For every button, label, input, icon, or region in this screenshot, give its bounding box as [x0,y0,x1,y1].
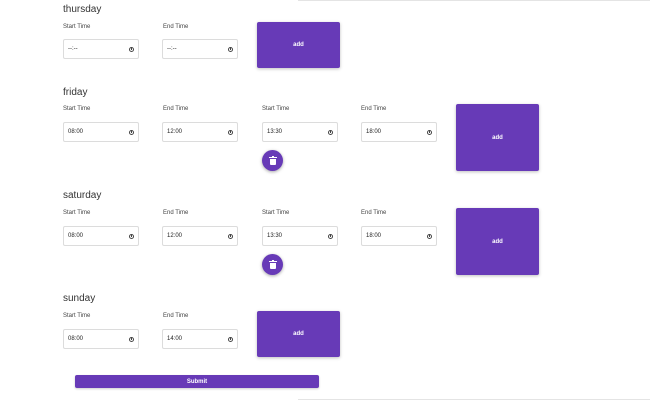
friday-end-time-input[interactable]: 12:00 [162,122,238,142]
thursday-end-time-input[interactable]: --:-- [162,39,238,59]
sunday-add-button[interactable]: add [257,311,340,357]
time-value: 18:00 [366,233,382,239]
friday-end-time-input-2[interactable]: 18:00 [361,122,437,142]
clock-icon[interactable] [129,130,134,135]
end-time-label: End Time [163,313,189,319]
time-value: 13:30 [267,129,283,135]
saturday-end-time-input[interactable]: 12:00 [162,226,238,246]
time-value: 13:30 [267,233,283,239]
time-value: 18:00 [366,129,382,135]
start-time-label: Start Time [262,210,290,216]
start-time-label: Start Time [63,106,91,112]
clock-icon[interactable] [228,337,233,342]
clock-icon[interactable] [427,234,432,239]
start-time-label: Start Time [262,106,290,112]
time-value: 08:00 [68,233,84,239]
thursday-add-button[interactable]: add [257,22,340,68]
time-value: --:-- [167,46,177,52]
start-time-label: Start Time [63,210,91,216]
day-title-sunday: sunday [63,293,96,304]
sunday-start-time-input[interactable]: 08:00 [63,329,139,349]
friday-delete-button[interactable] [262,150,283,171]
end-time-label: End Time [361,106,387,112]
day-title-thursday: thursday [63,4,102,15]
saturday-add-button[interactable]: add [456,208,539,275]
clock-icon[interactable] [129,47,134,52]
friday-add-button[interactable]: add [456,104,539,171]
end-time-label: End Time [163,210,189,216]
saturday-delete-button[interactable] [262,254,283,275]
clock-icon[interactable] [129,337,134,342]
time-value: 08:00 [68,129,84,135]
trash-icon [268,259,277,269]
clock-icon[interactable] [328,234,333,239]
day-title-saturday: saturday [63,190,102,201]
time-value: --:-- [68,46,78,52]
sunday-end-time-input[interactable]: 14:00 [162,329,238,349]
day-title-friday: friday [63,87,88,98]
friday-start-time-input[interactable]: 08:00 [63,122,139,142]
end-time-label: End Time [163,106,189,112]
top-divider [298,0,650,1]
clock-icon[interactable] [228,130,233,135]
clock-icon[interactable] [228,234,233,239]
thursday-start-time-input[interactable]: --:-- [63,39,139,59]
time-value: 12:00 [167,129,183,135]
end-time-label: End Time [163,24,189,30]
start-time-label: Start Time [63,313,91,319]
friday-start-time-input-2[interactable]: 13:30 [262,122,338,142]
trash-icon [268,155,277,165]
time-value: 08:00 [68,336,84,342]
time-value: 14:00 [167,336,183,342]
end-time-label: End Time [361,210,387,216]
saturday-start-time-input-2[interactable]: 13:30 [262,226,338,246]
submit-button[interactable]: Submit [75,375,319,388]
time-value: 12:00 [167,233,183,239]
clock-icon[interactable] [427,130,432,135]
start-time-label: Start Time [63,24,91,30]
saturday-end-time-input-2[interactable]: 18:00 [361,226,437,246]
clock-icon[interactable] [129,234,134,239]
clock-icon[interactable] [228,47,233,52]
saturday-start-time-input[interactable]: 08:00 [63,226,139,246]
clock-icon[interactable] [328,130,333,135]
